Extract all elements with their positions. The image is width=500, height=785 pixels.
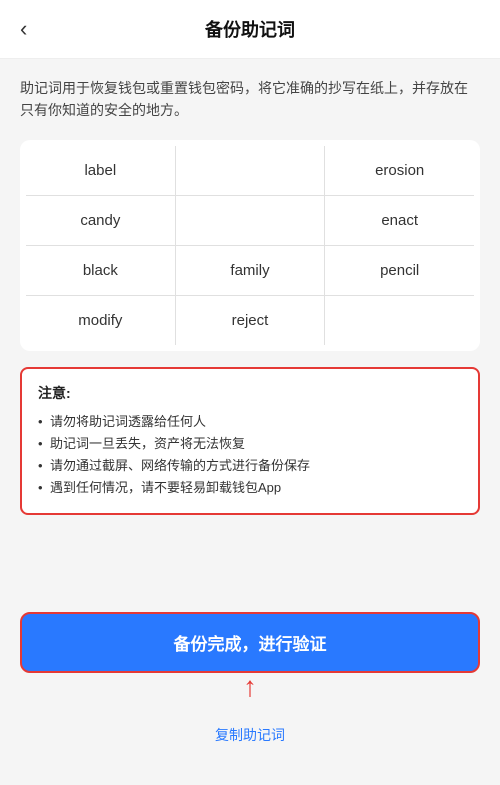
page-title: 备份助记词: [205, 16, 295, 42]
warning-item-1: 请勿将助记词透露给任何人: [38, 411, 462, 433]
mnemonic-word-8: family: [176, 246, 325, 295]
mnemonic-word-11: reject: [176, 296, 325, 345]
mnemonic-grid: label erosion candy enact blackfamilypencil m…: [26, 146, 474, 345]
mnemonic-word-4: candy: [26, 196, 175, 245]
mnemonic-word-5: [176, 196, 325, 245]
mnemonic-container: label erosion candy enact blackfamilypencil m…: [20, 140, 480, 351]
mnemonic-word-7: black: [26, 246, 175, 295]
warning-item-4: 遇到任何情况，请不要轻易卸载钱包App: [38, 477, 462, 499]
mnemonic-word-1: label: [26, 146, 175, 195]
verify-button[interactable]: 备份完成，进行验证: [20, 612, 480, 673]
mnemonic-word-12: [325, 296, 474, 345]
warning-item-2: 助记词一旦丢失，资产将无法恢复: [38, 433, 462, 455]
back-button[interactable]: ‹: [20, 18, 27, 40]
warning-box: 注意: 请勿将助记词透露给任何人助记词一旦丢失，资产将无法恢复请勿通过截屏、网络…: [20, 367, 480, 515]
mnemonic-word-6: enact: [325, 196, 474, 245]
warning-title: 注意:: [38, 383, 462, 403]
mnemonic-word-2: [176, 146, 325, 195]
mnemonic-word-9: pencil: [325, 246, 474, 295]
bottom-section: 备份完成，进行验证 ↑ 复制助记词: [0, 612, 500, 745]
page-header: ‹ 备份助记词: [0, 0, 500, 59]
copy-mnemonic-link[interactable]: 复制助记词: [215, 725, 285, 745]
mnemonic-word-3: erosion: [325, 146, 474, 195]
main-content: 助记词用于恢复钱包或重置钱包密码，将它准确的抄写在纸上，并存放在只有你知道的安全…: [0, 59, 500, 557]
arrow-icon: ↑: [243, 671, 257, 703]
warning-list: 请勿将助记词透露给任何人助记词一旦丢失，资产将无法恢复请勿通过截屏、网络传输的方…: [38, 411, 462, 499]
verify-btn-wrapper: 备份完成，进行验证 ↑: [20, 612, 480, 673]
description-text: 助记词用于恢复钱包或重置钱包密码，将它准确的抄写在纸上，并存放在只有你知道的安全…: [20, 77, 480, 122]
warning-item-3: 请勿通过截屏、网络传输的方式进行备份保存: [38, 455, 462, 477]
mnemonic-word-10: modify: [26, 296, 175, 345]
